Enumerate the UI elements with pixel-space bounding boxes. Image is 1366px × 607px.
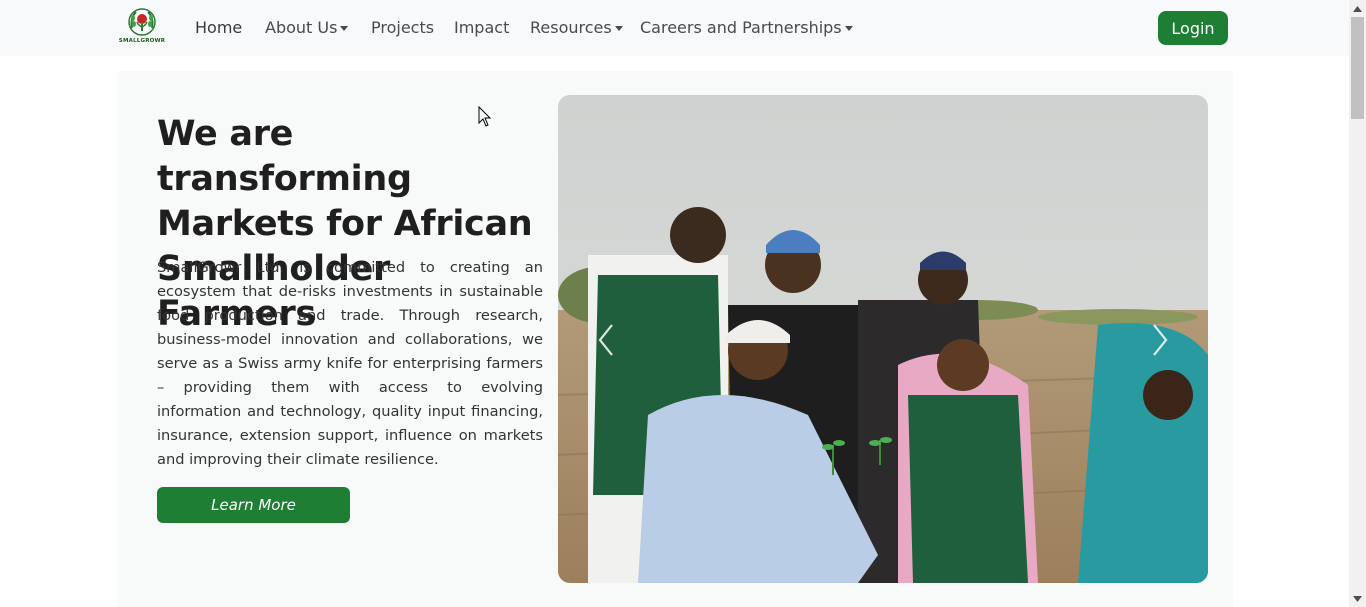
scroll-down-arrow-icon[interactable] (1349, 590, 1366, 607)
login-button[interactable]: Login (1158, 11, 1228, 45)
learn-more-button[interactable]: Learn More (157, 487, 350, 523)
scroll-up-arrow-icon[interactable] (1349, 0, 1366, 17)
carousel-next-button[interactable] (1140, 315, 1180, 365)
nav-resources[interactable]: Resources (530, 18, 623, 37)
navbar: SMALLGROWR Home About Us Projects Impact… (0, 0, 1349, 56)
chevron-left-icon (598, 324, 613, 356)
nav-home-label: Home (195, 18, 243, 37)
chevron-right-icon (1153, 324, 1168, 356)
logo-emblem-icon (128, 8, 156, 36)
scrollbar-thumb[interactable] (1351, 17, 1364, 119)
nav-careers-partnerships-label: Careers and Partnerships (640, 18, 842, 37)
hero-description: SmallGrowr Ltd. is committed to creating… (157, 259, 543, 468)
caret-down-icon (614, 25, 623, 31)
page-scrollbar[interactable] (1349, 0, 1366, 607)
nav-about-us[interactable]: About Us (265, 18, 349, 37)
mouse-cursor-icon (478, 106, 492, 127)
nav-impact-label: Impact (454, 18, 510, 37)
nav-home[interactable]: Home (195, 18, 242, 37)
carousel-prev-button[interactable] (586, 315, 626, 365)
brand-logo[interactable]: SMALLGROWR (116, 6, 168, 48)
hero-carousel (558, 95, 1208, 583)
brand-name: SMALLGROWR (118, 38, 166, 44)
carousel-photo-farmers (558, 95, 1208, 583)
nav-impact[interactable]: Impact (454, 18, 509, 37)
caret-down-icon (340, 25, 349, 31)
nav-projects-label: Projects (371, 18, 435, 37)
nav-projects[interactable]: Projects (371, 18, 434, 37)
nav-about-us-label: About Us (265, 18, 338, 37)
nav-resources-label: Resources (530, 18, 612, 37)
caret-down-icon (844, 25, 853, 31)
nav-careers-partnerships[interactable]: Careers and Partnerships (640, 18, 853, 37)
